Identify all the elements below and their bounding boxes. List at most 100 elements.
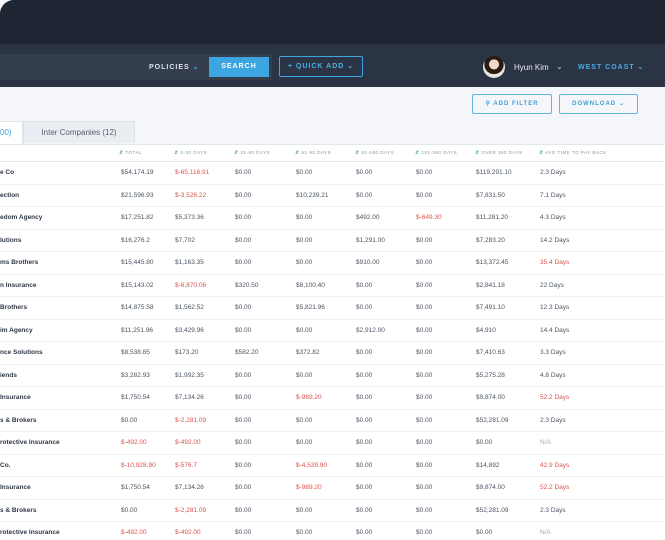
company-name-cell[interactable]: e Co bbox=[0, 169, 14, 176]
amount-cell: $0.00 bbox=[416, 484, 433, 491]
amount-cell: $0.00 bbox=[296, 529, 313, 536]
amount-cell: $5,373.36 bbox=[175, 214, 204, 221]
company-name-cell[interactable]: im Agency bbox=[0, 327, 33, 334]
amount-cell: 4.8 Days bbox=[540, 371, 566, 379]
amount-cell: $0.00 bbox=[296, 506, 313, 514]
amount-cell: 14.2 Days bbox=[540, 236, 570, 244]
amount-cell: $0.00 bbox=[296, 326, 313, 334]
header-top-strip bbox=[0, 0, 665, 44]
amount-cell: $0.00 bbox=[356, 506, 373, 514]
column-header-181-360[interactable]: ⇵ 181-360 DAYS bbox=[415, 150, 457, 156]
company-name-cell[interactable]: lutions bbox=[0, 237, 21, 244]
amount-cell: 2.3 Days bbox=[540, 169, 566, 176]
company-name-cell[interactable]: rotective Insurance bbox=[0, 529, 60, 536]
amount-cell: $0.00 bbox=[356, 416, 373, 424]
table-row[interactable]: s & Brokers $0.00 $-2,281.09 $0.00 $0.00 $0.0… bbox=[0, 500, 665, 522]
company-name-cell[interactable]: ms Brothers bbox=[0, 259, 38, 266]
amount-cell: $-2,281.09 bbox=[175, 506, 207, 514]
region-selector[interactable]: WEST COAST ⌄ bbox=[578, 63, 645, 71]
user-name[interactable]: Hyun Kim bbox=[514, 63, 549, 72]
column-header-61-90[interactable]: ⇵ 61-90 DAYS bbox=[295, 150, 331, 156]
add-filter-button[interactable]: ⚲ ADD FILTER bbox=[472, 94, 552, 114]
table-row[interactable]: ms Brothers $15,445.80 $1,163.35 $0.00 $0.00… bbox=[0, 252, 665, 275]
company-name-cell[interactable]: nce Solutions bbox=[0, 349, 43, 356]
column-header-avg-time[interactable]: ⇵ AVG TIME TO PAY BACK bbox=[539, 150, 607, 156]
table-row[interactable]: lutions $16,276.2 $7,702 $0.00 $0.00 $1,291.0… bbox=[0, 230, 665, 252]
quick-add-button[interactable]: + QUICK ADD ⌄ bbox=[279, 56, 363, 77]
table-row[interactable]: iends $3,282.93 $1,992.35 $0.00 $0.00 $0.00 $0… bbox=[0, 365, 665, 387]
company-name-cell[interactable]: rotective Insurance bbox=[0, 439, 60, 446]
table-row[interactable]: Brothers $14,875.58 $1,562.52 $0.00 $5,821.9… bbox=[0, 297, 665, 320]
amount-cell: 42.9 Days bbox=[540, 461, 570, 469]
amount-cell: $9,874.00 bbox=[476, 394, 505, 401]
company-name-cell[interactable]: Insurance bbox=[0, 484, 31, 491]
amount-cell: $0.00 bbox=[235, 169, 252, 176]
amount-cell: $0.00 bbox=[235, 236, 252, 244]
top-header: POLICIES ⌄ SEARCH + QUICK ADD ⌄ Hyun Kim… bbox=[0, 0, 665, 87]
column-header-over-360[interactable]: ⇵ OVER 360 DAYS bbox=[475, 150, 523, 156]
table-row[interactable]: edom Agency $17,251.82 $5,373.36 $0.00 $0.00… bbox=[0, 207, 665, 230]
amount-cell: $0.00 bbox=[356, 371, 373, 379]
table-row[interactable]: s & Brokers $0.00 $-2,281.09 $0.00 $0.00 $0.0… bbox=[0, 410, 665, 432]
table-row[interactable]: Co. $-10,928.90 $-576.7 $0.00 $-4,539.90 $0.0… bbox=[0, 455, 665, 477]
amount-cell: $0.00 bbox=[416, 326, 433, 334]
amount-cell: 2.3 Days bbox=[540, 416, 566, 424]
amount-cell: $0.00 bbox=[416, 439, 433, 446]
table-row[interactable]: Insurance $1,750.54 $7,134.26 $0.00 $-989.20… bbox=[0, 477, 665, 500]
amount-cell: $0.00 bbox=[356, 349, 373, 356]
amount-cell: $9,874.00 bbox=[476, 484, 505, 491]
company-name-cell[interactable]: Co. bbox=[0, 462, 10, 469]
amount-cell: $14,875.58 bbox=[121, 304, 154, 311]
amount-cell: $7,410.63 bbox=[476, 349, 505, 356]
table-row[interactable]: n Insurance $15,143.02 $-6,870.06 $320.50 $8… bbox=[0, 275, 665, 297]
sort-icon: ⇵ bbox=[234, 150, 239, 156]
column-header-total[interactable]: ⇵ TOTAL bbox=[119, 150, 142, 156]
amount-cell: $11,251.96 bbox=[121, 326, 154, 334]
amount-cell: $0.00 bbox=[296, 439, 313, 446]
amount-cell: $0.00 bbox=[235, 484, 252, 491]
table-row[interactable]: im Agency $11,251.96 $3,429.96 $0.00 $0.00 $2… bbox=[0, 320, 665, 342]
chevron-down-icon[interactable]: ⌄ bbox=[556, 62, 563, 71]
amount-cell: $1,163.35 bbox=[175, 259, 204, 266]
amount-cell: $0.00 bbox=[235, 326, 252, 334]
company-name-cell[interactable]: iends bbox=[0, 372, 17, 379]
table-row[interactable]: e Co $54,174.19 $-65,116.91 $0.00 $0.00 $0.00… bbox=[0, 162, 665, 185]
amount-cell: $7,134.26 bbox=[175, 394, 204, 401]
column-header-91-180[interactable]: ⇵ 91-180 DAYS bbox=[355, 150, 394, 156]
amount-cell: 12.3 Days bbox=[540, 304, 570, 311]
company-name-cell[interactable]: ection bbox=[0, 192, 19, 199]
amount-cell: $-989.20 bbox=[296, 484, 322, 491]
amount-cell: $0.00 bbox=[416, 349, 433, 356]
tab-all[interactable]: 00) bbox=[0, 121, 23, 144]
amount-cell: $1,291.00 bbox=[356, 236, 385, 244]
aging-table: ⇵ TOTAL ⇵ 0-30 DAYS ⇵ 31-60 DAYS ⇵ 61-90… bbox=[0, 144, 665, 540]
quick-add-label: + QUICK ADD bbox=[287, 63, 345, 70]
column-header-31-60[interactable]: ⇵ 31-60 DAYS bbox=[234, 150, 270, 156]
amount-cell: $0.00 bbox=[296, 371, 313, 379]
search-button[interactable]: SEARCH bbox=[209, 57, 269, 77]
company-name-cell[interactable]: edom Agency bbox=[0, 214, 42, 221]
amount-cell: $0.00 bbox=[235, 529, 252, 536]
amount-cell: 7.1 Days bbox=[540, 191, 566, 199]
avatar[interactable] bbox=[483, 56, 505, 78]
company-name-cell[interactable]: s & Brokers bbox=[0, 417, 37, 424]
amount-cell: $320.50 bbox=[235, 281, 259, 289]
policies-dropdown[interactable]: POLICIES ⌄ bbox=[149, 63, 200, 71]
amount-cell: $0.00 bbox=[296, 169, 313, 176]
tab-inter-companies[interactable]: Inter Companies (12) bbox=[23, 121, 135, 143]
download-button[interactable]: DOWNLOAD ⌄ bbox=[559, 94, 638, 114]
company-name-cell[interactable]: Insurance bbox=[0, 394, 31, 401]
column-header-0-30[interactable]: ⇵ 0-30 DAYS bbox=[174, 150, 207, 156]
table-row[interactable]: ection $21,596.93 $-3,526.22 $0.00 $10,239.2… bbox=[0, 185, 665, 207]
company-name-cell[interactable]: n Insurance bbox=[0, 282, 36, 289]
table-row[interactable]: nce Solutions $8,538.85 $173.20 $582.20 $372… bbox=[0, 342, 665, 365]
company-name-cell[interactable]: Brothers bbox=[0, 304, 27, 311]
amount-cell: $15,445.80 bbox=[121, 259, 154, 266]
sort-icon: ⇵ bbox=[295, 150, 300, 156]
table-row[interactable]: rotective Insurance $-492.00 $-492.00 $0.00… bbox=[0, 522, 665, 540]
company-name-cell[interactable]: s & Brokers bbox=[0, 507, 37, 514]
table-row[interactable]: rotective Insurance $-492.00 $-492.00 $0.00… bbox=[0, 432, 665, 455]
table-row[interactable]: Insurance $1,750.54 $7,134.26 $0.00 $-989.20… bbox=[0, 387, 665, 410]
amount-cell: $-2,281.09 bbox=[175, 416, 207, 424]
amount-cell: $7,283.20 bbox=[476, 236, 505, 244]
